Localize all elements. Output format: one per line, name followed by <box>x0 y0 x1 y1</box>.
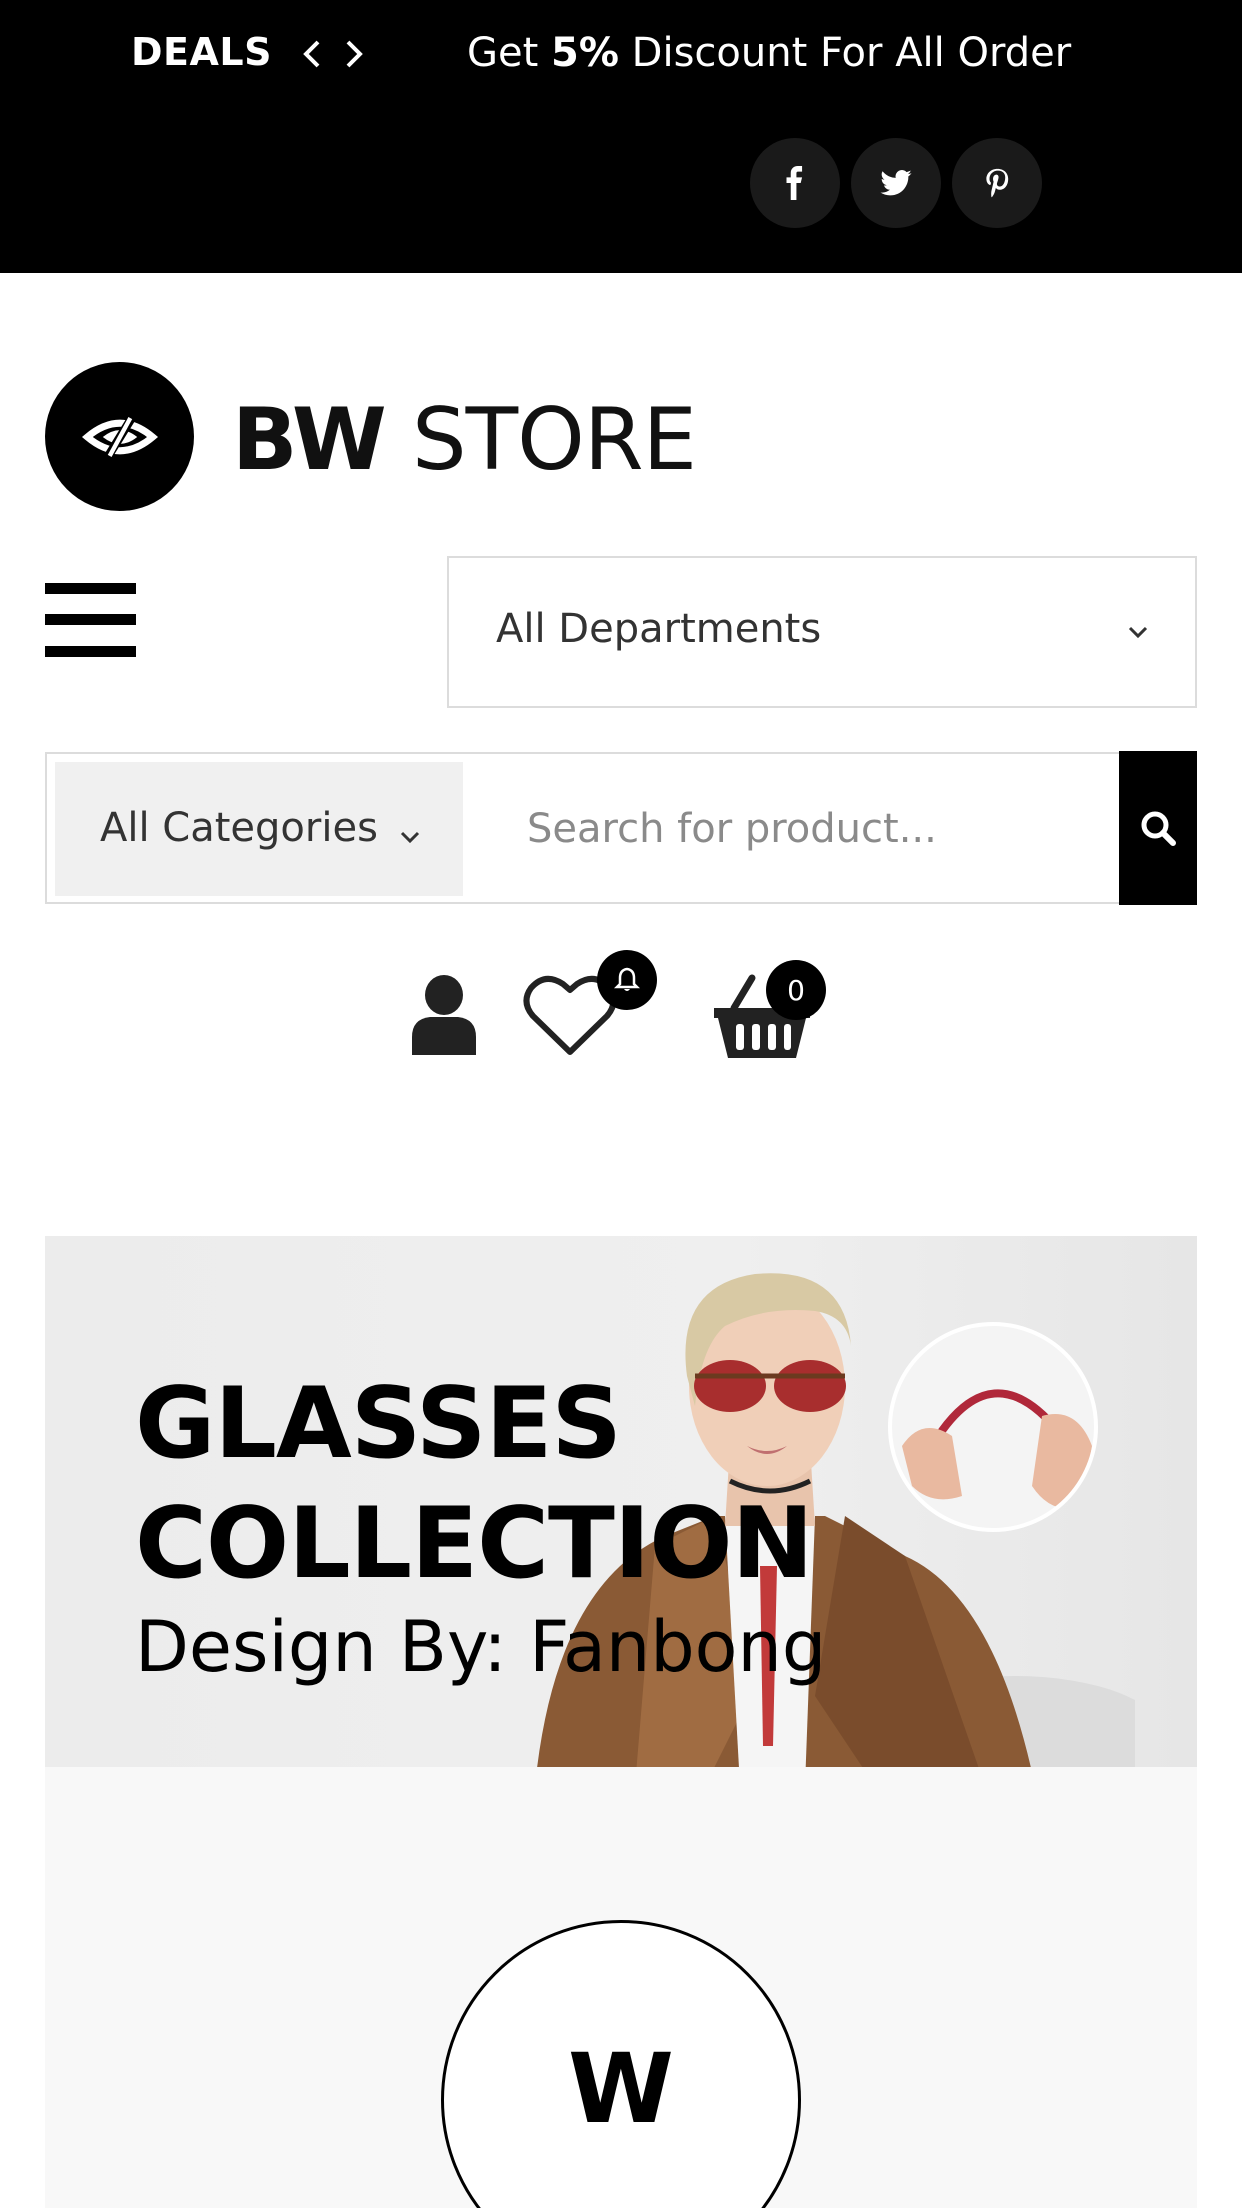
bell-icon <box>613 967 641 991</box>
deals-next-arrow-icon[interactable] <box>338 34 368 74</box>
category-select[interactable]: All Categories <box>55 762 463 896</box>
banner-title: GLASSES COLLECTION <box>135 1367 814 1601</box>
brand-logo-text[interactable]: BW STORE <box>232 390 697 490</box>
promo-text: Get 5% Discount For All Order <box>467 30 1072 76</box>
menu-hamburger-icon[interactable] <box>45 583 136 657</box>
search-button[interactable] <box>1119 751 1197 905</box>
chevron-down-icon <box>1128 626 1148 639</box>
cart-count-badge: 0 <box>766 960 826 1020</box>
wishlist-badge <box>597 950 657 1010</box>
top-bar: DEALS Get 5% Discount For All Order <box>0 0 1242 273</box>
brand-logo-circle[interactable]: W <box>441 1920 801 2208</box>
logo-icon[interactable] <box>45 362 194 511</box>
deals-prev-arrow-icon[interactable] <box>298 34 328 74</box>
user-account-icon[interactable] <box>410 975 478 1055</box>
pinterest-icon[interactable] <box>952 138 1042 228</box>
category-selected: All Categories <box>100 805 378 851</box>
search-input[interactable] <box>527 790 1127 868</box>
departments-selected: All Departments <box>496 606 822 652</box>
facebook-icon[interactable] <box>750 138 840 228</box>
banner-subtitle: Design By: Fanbong <box>135 1606 827 1688</box>
twitter-icon[interactable] <box>851 138 941 228</box>
departments-dropdown[interactable]: All Departments <box>447 556 1197 708</box>
chevron-down-icon <box>400 831 420 844</box>
hero-banner[interactable]: GLASSES COLLECTION Design By: Fanbong <box>45 1236 1197 1767</box>
search-icon <box>1141 811 1176 846</box>
brand-logo-letter: W <box>568 2033 674 2145</box>
deals-label: DEALS <box>131 30 272 74</box>
brands-section: W <box>45 1767 1197 2208</box>
glasses-detail-image <box>888 1322 1098 1532</box>
search-bar: All Categories <box>45 752 1197 904</box>
